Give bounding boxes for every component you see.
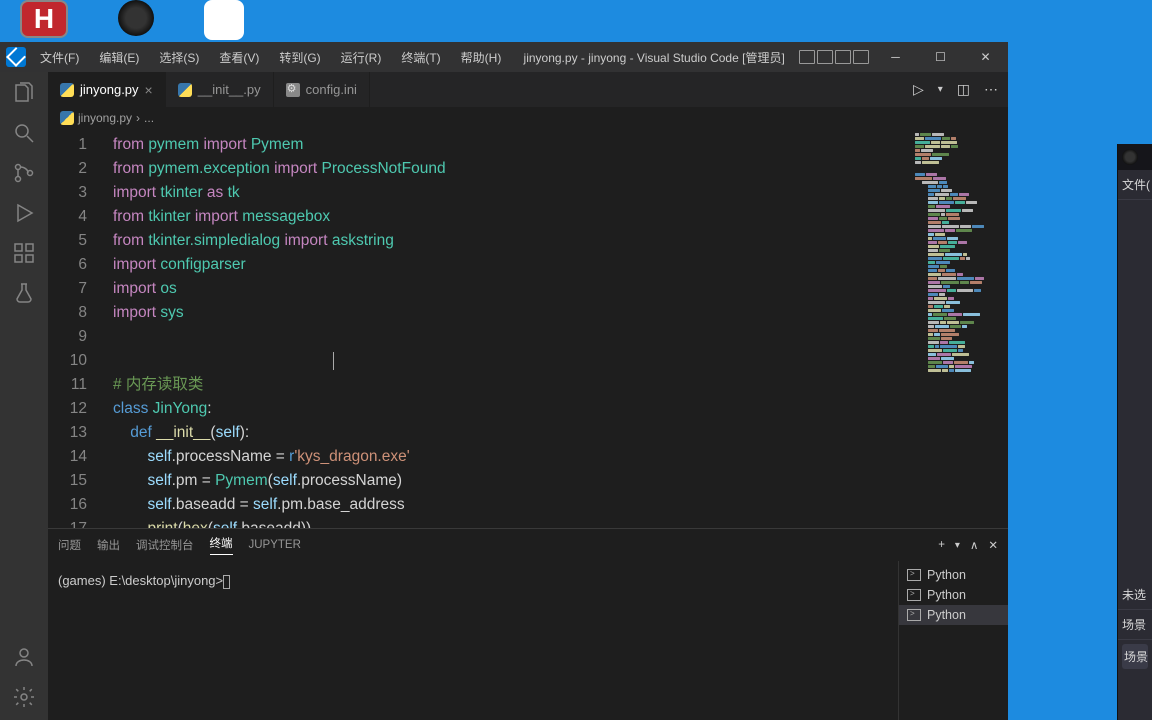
ini-file-icon [286,83,300,97]
menu-bar: 文件(F) 编辑(E) 选择(S) 查看(V) 转到(G) 运行(R) 终端(T… [32,45,509,70]
search-icon[interactable] [11,120,37,146]
python-file-icon [178,83,192,97]
terminal[interactable]: (games) E:\desktop\jinyong> [48,561,898,720]
menu-run[interactable]: 运行(R) [333,45,390,70]
layout-buttons[interactable] [799,50,869,64]
code-content: from pymem import Pymemfrom pymem.except… [103,129,913,528]
chevron-down-icon[interactable]: ▾ [938,84,943,95]
close-panel-icon[interactable]: ✕ [988,538,998,552]
terminal-panel: 问题 输出 调试控制台 终端 JUPYTER + ▾ ∧ ✕ (games) E… [48,528,1008,720]
terminal-list-item[interactable]: Python [899,565,1008,585]
code-editor[interactable]: 123 456 789 101112 131415 1617 from pyme… [48,129,913,528]
extensions-icon[interactable] [11,240,37,266]
source-control-icon[interactable] [11,160,37,186]
panel-tab-debug[interactable]: 调试控制台 [136,537,194,553]
editor-tabs: jinyong.py × __init__.py config.ini ▷ ▾ … [48,72,1008,107]
menu-help[interactable]: 帮助(H) [453,45,510,70]
activity-bar [0,72,48,720]
tab-jinyong[interactable]: jinyong.py × [48,72,166,107]
chevron-down-icon[interactable]: ▾ [955,540,960,551]
vscode-logo-icon [6,47,26,67]
panel-tab-terminal[interactable]: 终端 [210,535,233,555]
explorer-icon[interactable] [11,80,37,106]
more-icon[interactable]: ⋯ [984,81,998,98]
terminal-icon [907,609,921,621]
terminal-list-item[interactable]: Python [899,585,1008,605]
breadcrumb[interactable]: jinyong.py › ... [48,107,1008,129]
minimap[interactable] [913,129,1008,528]
testing-icon[interactable] [11,280,37,306]
line-numbers: 123 456 789 101112 131415 1617 [48,129,103,528]
desktop-icon-obs[interactable] [118,0,154,36]
tab-init[interactable]: __init__.py [166,72,274,107]
panel-tab-output[interactable]: 输出 [97,537,120,553]
obs-scene-button[interactable]: 场景 [1122,644,1148,669]
menu-file[interactable]: 文件(F) [32,45,87,70]
breadcrumb-more: ... [144,111,154,125]
python-file-icon [60,111,74,125]
maximize-panel-icon[interactable]: ∧ [970,538,978,552]
python-file-icon [60,83,74,97]
terminal-icon [907,569,921,581]
run-debug-icon[interactable] [11,200,37,226]
settings-icon[interactable] [11,684,37,710]
menu-go[interactable]: 转到(G) [271,45,328,70]
terminal-prompt: (games) E:\desktop\jinyong> [58,573,223,588]
close-window-button[interactable]: ✕ [963,42,1008,72]
window-title: jinyong.py - jinyong - Visual Studio Cod… [509,49,799,66]
breadcrumb-file: jinyong.py [78,111,132,125]
maximize-button[interactable]: ☐ [918,42,963,72]
tab-config[interactable]: config.ini [274,72,370,107]
run-button-icon[interactable]: ▷ [913,81,924,98]
obs-window-partial: 文件( 未选 场景 场景 [1117,144,1152,720]
obs-menu-file[interactable]: 文件( [1118,170,1152,200]
panel-tab-problems[interactable]: 问题 [58,537,81,553]
minimize-button[interactable]: ─ [873,42,918,72]
panel-tabs: 问题 输出 调试控制台 终端 JUPYTER + ▾ ∧ ✕ [48,529,1008,561]
close-tab-icon[interactable]: × [145,82,153,98]
desktop-icon-honeyview[interactable]: H [20,0,68,38]
accounts-icon[interactable] [11,644,37,670]
menu-view[interactable]: 查看(V) [211,45,267,70]
tab-label: jinyong.py [80,82,139,97]
menu-terminal[interactable]: 终端(T) [393,45,448,70]
panel-tab-jupyter[interactable]: JUPYTER [249,539,301,551]
obs-not-selected: 未选 [1118,580,1152,610]
breadcrumb-sep: › [136,111,140,125]
terminal-list: Python Python Python [898,561,1008,720]
desktop-icon-file[interactable] [204,0,244,40]
terminal-list-item[interactable]: Python [899,605,1008,625]
new-terminal-icon[interactable]: + [938,539,945,551]
vscode-window: 文件(F) 编辑(E) 选择(S) 查看(V) 转到(G) 运行(R) 终端(T… [0,42,1008,720]
menu-edit[interactable]: 编辑(E) [91,45,147,70]
split-editor-icon[interactable]: ◫ [957,81,970,98]
tab-label: config.ini [306,82,357,97]
terminal-cursor [223,575,230,589]
obs-scenes-header: 场景 [1118,610,1152,640]
menu-select[interactable]: 选择(S) [151,45,207,70]
title-bar: 文件(F) 编辑(E) 选择(S) 查看(V) 转到(G) 运行(R) 终端(T… [0,42,1008,72]
obs-icon [1122,149,1138,165]
terminal-icon [907,589,921,601]
tab-label: __init__.py [198,82,261,97]
editor-cursor [333,352,334,370]
